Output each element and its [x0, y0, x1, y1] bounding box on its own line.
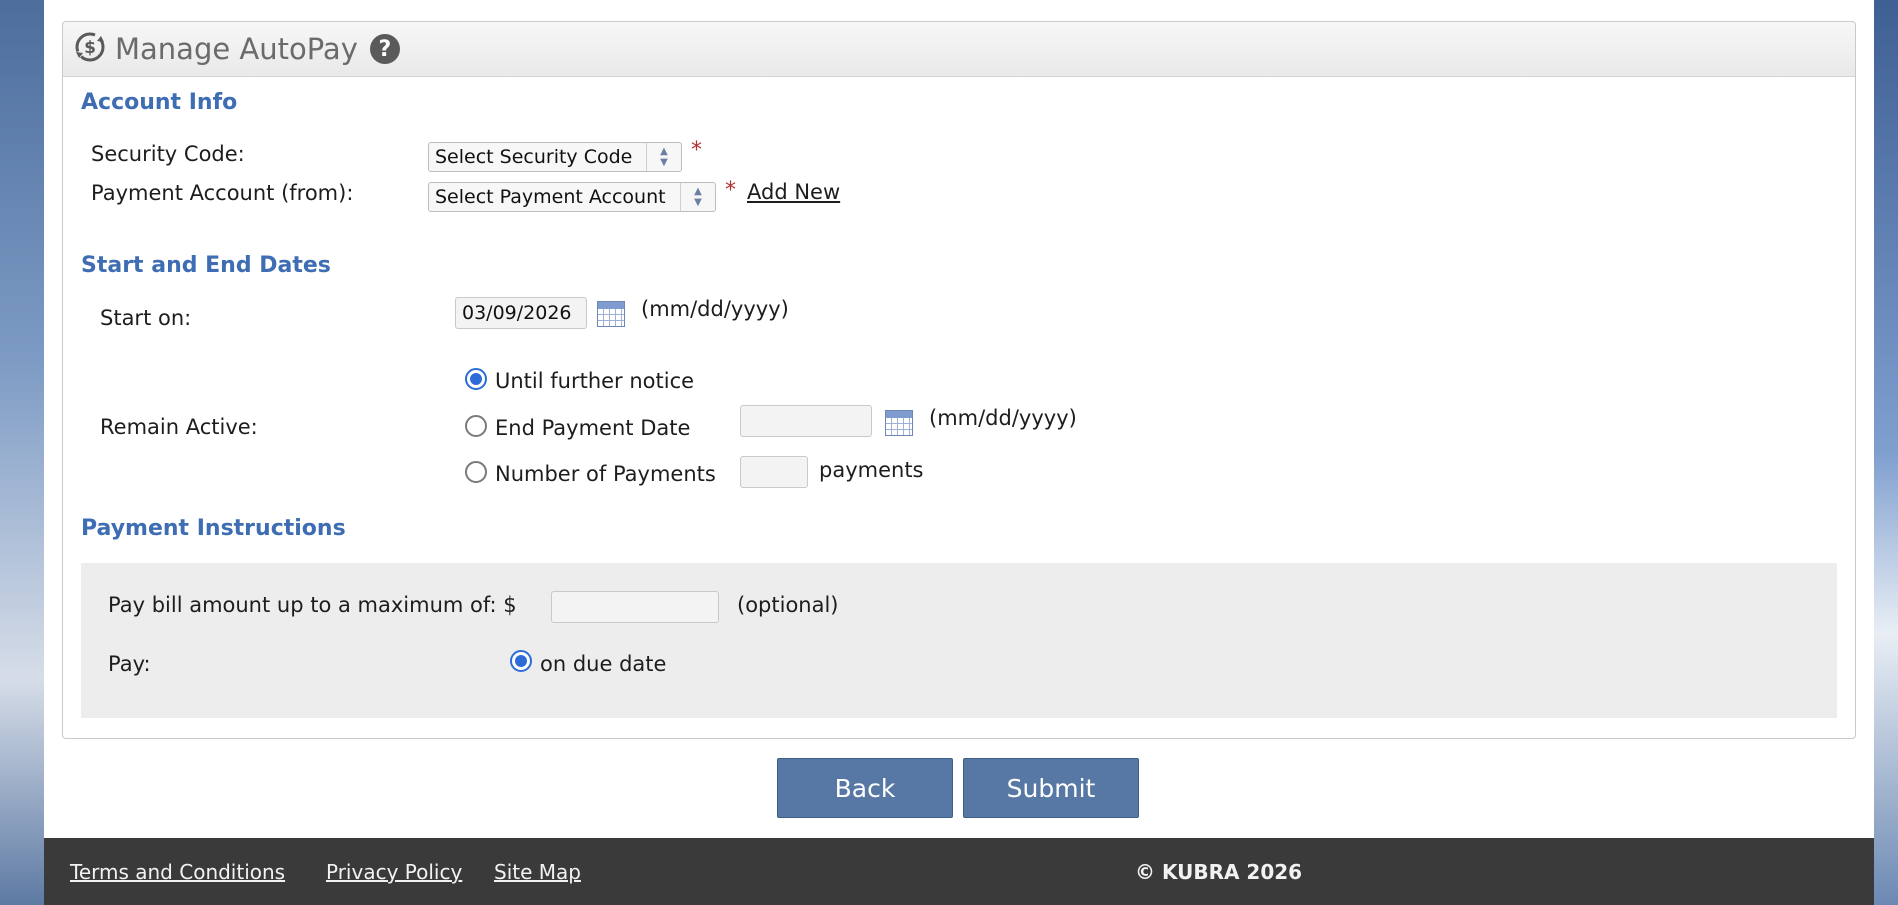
- background-sky-right: [1874, 0, 1898, 905]
- end-date-input[interactable]: [740, 405, 872, 437]
- until-further-notice-label: Until further notice: [495, 369, 695, 393]
- page-container: $ Manage AutoPay ? Account Info Security…: [44, 0, 1874, 838]
- help-icon[interactable]: ?: [369, 34, 400, 64]
- required-marker: *: [725, 178, 736, 203]
- terms-and-conditions-link[interactable]: Terms and Conditions: [70, 860, 285, 884]
- payment-account-label: Payment Account (from):: [91, 181, 354, 205]
- calendar-icon[interactable]: [885, 410, 913, 436]
- site-map-link[interactable]: Site Map: [494, 860, 581, 884]
- remain-active-label: Remain Active:: [100, 415, 258, 439]
- number-of-payments-input[interactable]: [740, 456, 808, 488]
- security-code-select-value: Select Security Code: [435, 146, 633, 168]
- end-payment-date-label: End Payment Date: [495, 416, 691, 440]
- payment-account-select[interactable]: Select Payment Account ▲ ▼: [428, 182, 716, 212]
- select-arrows-icon: ▲ ▼: [646, 143, 681, 171]
- payment-instructions-heading: Payment Instructions: [81, 516, 346, 541]
- payment-instructions-box: Pay bill amount up to a maximum of: $ (o…: [81, 563, 1837, 718]
- payment-account-select-value: Select Payment Account: [435, 186, 666, 208]
- manage-autopay-panel: $ Manage AutoPay ? Account Info Security…: [62, 21, 1856, 739]
- start-end-dates-heading: Start and End Dates: [81, 253, 331, 278]
- security-code-select[interactable]: Select Security Code ▲ ▼: [428, 142, 682, 172]
- start-date-input[interactable]: 03/09/2026: [455, 297, 587, 329]
- background-sky-left: [0, 0, 44, 905]
- number-of-payments-label: Number of Payments: [495, 462, 716, 486]
- max-amount-label: Pay bill amount up to a maximum of: $: [108, 593, 517, 617]
- back-button[interactable]: Back: [777, 758, 953, 818]
- privacy-policy-link[interactable]: Privacy Policy: [326, 860, 462, 884]
- max-amount-input[interactable]: [551, 591, 719, 623]
- payments-suffix: payments: [819, 458, 924, 482]
- date-format-hint: (mm/dd/yyyy): [641, 297, 789, 321]
- start-on-label: Start on:: [100, 306, 192, 330]
- footer: Terms and Conditions Privacy Policy Site…: [44, 838, 1874, 905]
- number-of-payments-radio[interactable]: [465, 461, 487, 483]
- on-due-date-radio[interactable]: [510, 650, 532, 672]
- date-format-hint: (mm/dd/yyyy): [929, 406, 1077, 430]
- copyright-text: © KUBRA 2026: [1135, 860, 1303, 884]
- add-new-link[interactable]: Add New: [747, 180, 840, 204]
- on-due-date-label: on due date: [540, 652, 667, 676]
- until-further-notice-radio[interactable]: [465, 368, 487, 390]
- calendar-icon[interactable]: [597, 301, 625, 327]
- required-marker: *: [691, 138, 702, 163]
- pay-label: Pay:: [108, 652, 151, 676]
- submit-button[interactable]: Submit: [963, 758, 1139, 818]
- page-title: Manage AutoPay: [115, 32, 358, 66]
- end-payment-date-radio[interactable]: [465, 415, 487, 437]
- optional-hint: (optional): [737, 593, 839, 617]
- svg-text:$: $: [84, 38, 96, 58]
- account-info-heading: Account Info: [81, 90, 238, 115]
- security-code-label: Security Code:: [91, 142, 245, 166]
- autopay-dollar-sync-icon: $: [73, 30, 107, 68]
- select-arrows-icon: ▲ ▼: [680, 183, 715, 211]
- panel-header: $ Manage AutoPay ?: [63, 22, 1855, 77]
